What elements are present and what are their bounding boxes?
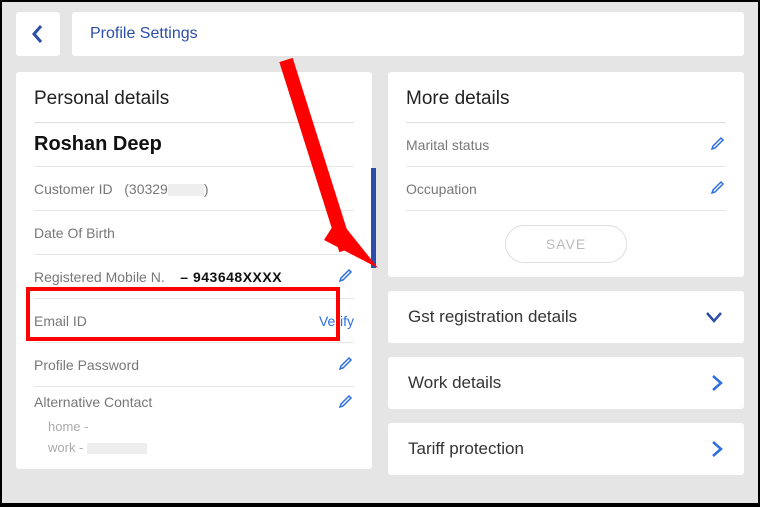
mobile-value: – 943648XXXX [180, 269, 282, 285]
email-row: Email ID Verify [34, 299, 354, 343]
right-column: More details Marital status Occupation S… [388, 72, 744, 495]
scroll-indicator [371, 168, 376, 268]
chevron-right-icon [710, 440, 724, 458]
more-details-card: More details Marital status Occupation S… [388, 72, 744, 277]
password-row: Profile Password [34, 343, 354, 387]
alt-contact-row: Alternative Contact home - work - [34, 387, 354, 459]
tariff-label: Tariff protection [408, 439, 524, 459]
work-label: Work details [408, 373, 501, 393]
save-button[interactable]: SAVE [505, 225, 627, 263]
page-title: Profile Settings [72, 12, 744, 56]
work-accordion[interactable]: Work details [388, 357, 744, 409]
personal-title: Personal details [34, 88, 354, 123]
edit-alt-contact-button[interactable] [338, 393, 354, 412]
pencil-icon [710, 135, 726, 151]
customer-name: Roshan Deep [34, 123, 354, 167]
customer-id-row: Customer ID (30329) [34, 167, 354, 211]
dob-label: Date Of Birth [34, 225, 115, 241]
alt-home: home - [34, 417, 354, 438]
mobile-row: Registered Mobile N. – 943648XXXX [34, 255, 354, 299]
back-button[interactable] [16, 12, 60, 56]
pencil-icon [338, 355, 354, 371]
chevron-right-icon [710, 374, 724, 392]
content: Personal details Roshan Deep Customer ID… [2, 64, 758, 495]
email-label: Email ID [34, 313, 87, 329]
edit-mobile-button[interactable] [338, 267, 354, 286]
tariff-accordion[interactable]: Tariff protection [388, 423, 744, 475]
marital-row: Marital status [406, 123, 726, 167]
occupation-label: Occupation [406, 181, 477, 197]
dob-row: Date Of Birth [34, 211, 354, 255]
edit-password-button[interactable] [338, 355, 354, 374]
personal-details-card: Personal details Roshan Deep Customer ID… [16, 72, 372, 469]
header: Profile Settings [2, 2, 758, 64]
customer-id-label: Customer ID (30329) [34, 181, 209, 197]
verify-email-link[interactable]: Verify [319, 313, 354, 329]
alt-contact-label: Alternative Contact [34, 394, 152, 410]
mobile-label: Registered Mobile N. – 943648XXXX [34, 269, 282, 285]
chevron-left-icon [30, 24, 46, 44]
left-column: Personal details Roshan Deep Customer ID… [16, 72, 372, 495]
alt-work: work - [34, 438, 354, 459]
edit-occupation-button[interactable] [710, 179, 726, 198]
gst-label: Gst registration details [408, 307, 577, 327]
password-label: Profile Password [34, 357, 139, 373]
marital-label: Marital status [406, 137, 489, 153]
gst-accordion[interactable]: Gst registration details [388, 291, 744, 343]
chevron-down-icon [704, 310, 724, 324]
occupation-row: Occupation [406, 167, 726, 211]
pencil-icon [338, 267, 354, 283]
more-title: More details [406, 88, 726, 123]
app-frame: Profile Settings Personal details Roshan… [2, 2, 758, 503]
pencil-icon [338, 393, 354, 409]
edit-marital-button[interactable] [710, 135, 726, 154]
pencil-icon [710, 179, 726, 195]
